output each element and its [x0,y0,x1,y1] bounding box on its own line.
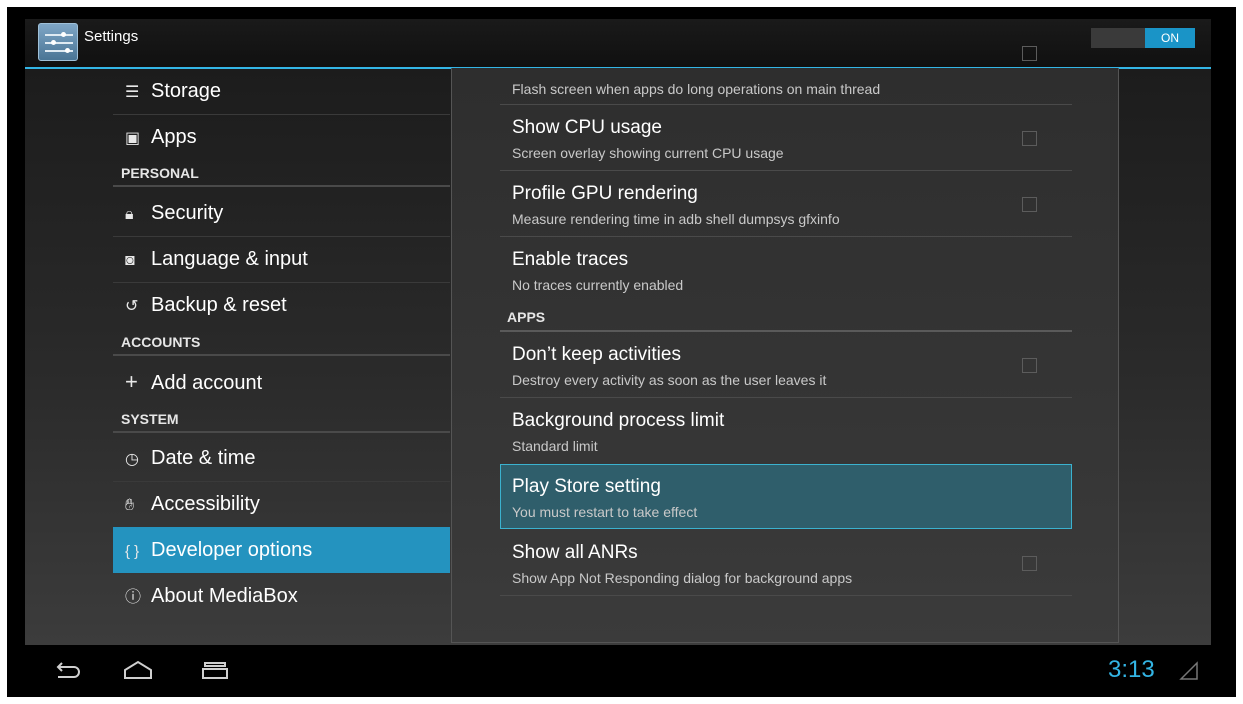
pref-title: Play Store setting [512,476,661,497]
pref-play-store-setting[interactable]: Play Store setting You must restart to t… [500,464,1072,529]
nav-item-add-account[interactable]: + Add account [113,359,450,405]
pref-summary: You must restart to take effect [512,504,698,520]
keyboard-icon: ◙ [125,252,135,269]
pref-checkbox[interactable] [1022,197,1037,212]
apps-icon: ▣ [125,130,141,147]
back-icon[interactable] [50,654,82,684]
pref-enable-traces[interactable]: Enable traces No traces currently enable… [500,237,1072,302]
pref-background-process-limit[interactable]: Background process limit Standard limit [500,398,1072,463]
developer-options-toggle[interactable]: ON [1091,28,1195,48]
pref-summary: Screen overlay showing current CPU usage [512,145,784,161]
pref-title: Enable traces [512,249,629,270]
pref-title: Background process limit [512,410,725,431]
action-bar-title: Settings [84,28,139,45]
pref-title: Profile GPU rendering [512,183,698,204]
nav-item-date-time[interactable]: ◷ Date & time [113,435,450,481]
pref-summary: No traces currently enabled [512,277,684,293]
nav-item-backup-reset[interactable]: ↺ Backup & reset [113,282,450,328]
pref-title: Show all ANRs [512,542,638,563]
pref-profile-gpu-rendering[interactable]: Profile GPU rendering Measure rendering … [500,171,1072,236]
pref-strict-mode[interactable]: Flash screen when apps do long operation… [500,46,1072,104]
nav-header-accounts: ACCOUNTS [121,334,201,350]
signal-icon [1179,661,1198,680]
pref-show-cpu-usage[interactable]: Show CPU usage Screen overlay showing cu… [500,105,1072,170]
lock-icon: 🔒︎ [125,206,134,223]
backup-icon: ↺ [125,298,139,315]
pref-title: Show CPU usage [512,117,662,138]
nav-item-language-input[interactable]: ◙ Language & input [113,236,450,282]
nav-header-divider [113,354,450,356]
nav-item-developer-options[interactable]: { } Developer options [113,527,450,573]
pref-summary: Destroy every activity as soon as the us… [512,372,827,388]
storage-icon: ☰ [125,84,140,101]
status-clock: 3:13 [1108,656,1155,683]
pref-summary: Measure rendering time in adb shell dump… [512,211,840,227]
nav-header-divider [113,185,450,187]
pref-summary: Flash screen when apps do long operation… [512,81,881,97]
nav-header-divider [113,431,450,433]
nav-header-system: SYSTEM [121,411,179,427]
nav-header-personal: PERSONAL [121,165,199,181]
pref-show-all-anrs[interactable]: Show all ANRs Show App Not Responding di… [500,530,1072,595]
pref-checkbox[interactable] [1022,46,1037,61]
developer-options-list: Flash screen when apps do long operation… [451,46,1119,643]
pref-dont-keep-activities[interactable]: Don’t keep activities Destroy every acti… [500,332,1072,397]
plus-icon: + [125,369,138,394]
settings-app-icon[interactable] [38,23,78,61]
nav-divider [113,619,450,620]
hand-icon: ✋︎ [125,497,135,514]
braces-icon: { } [125,543,140,560]
settings-navigation: ☰ Storage ▣ Apps PERSONAL 🔒︎ Security ◙ Lang… [113,63,450,643]
pref-checkbox[interactable] [1022,358,1037,373]
nav-item-security[interactable]: 🔒︎ Security [113,190,450,236]
nav-item-about-mediabox[interactable]: ⓘ About MediaBox [113,573,450,619]
pref-summary: Show App Not Responding dialog for backg… [512,570,853,586]
pref-summary: Standard limit [512,438,598,454]
home-icon[interactable] [120,654,156,684]
section-header-apps: APPS [507,309,546,325]
pref-checkbox[interactable] [1022,131,1037,146]
info-icon: ⓘ [125,589,142,606]
nav-item-apps[interactable]: ▣ Apps [113,114,450,160]
nav-item-storage[interactable]: ☰ Storage [113,68,450,114]
nav-item-accessibility[interactable]: ✋︎ Accessibility [113,481,450,527]
pref-checkbox[interactable] [1022,556,1037,571]
toggle-on-label: ON [1145,28,1195,48]
clock-icon: ◷ [125,451,139,468]
pref-title: Don’t keep activities [512,344,681,365]
pref-divider [500,595,1072,596]
recents-icon[interactable] [196,654,232,684]
